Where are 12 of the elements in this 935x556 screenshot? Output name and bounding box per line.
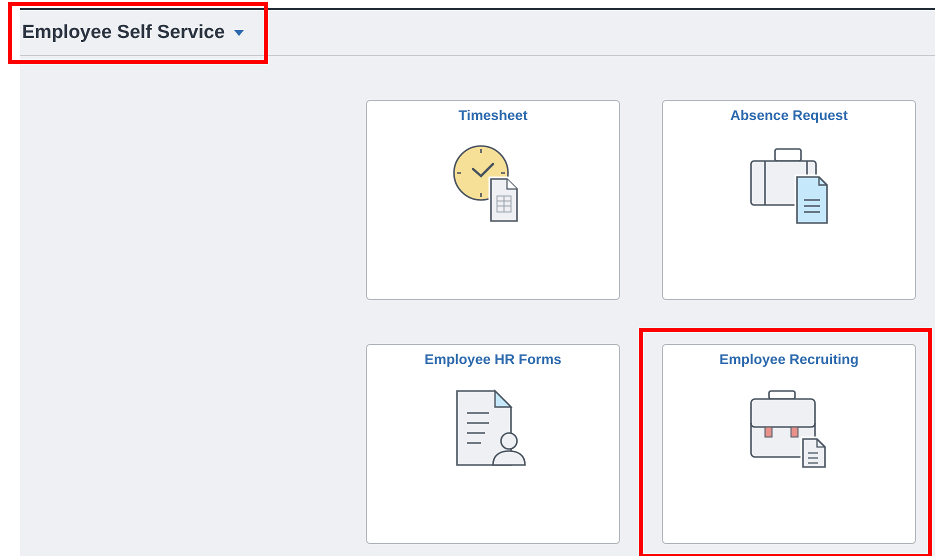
briefcase-document-icon — [749, 389, 829, 469]
app-tile[interactable]: Absence Request — [662, 100, 916, 300]
tile-title: Absence Request — [730, 107, 848, 123]
page-title-menu[interactable]: Employee Self Service — [22, 22, 244, 44]
app-tile[interactable]: Employee HR Forms — [366, 344, 620, 544]
app-tile[interactable]: Timesheet — [366, 100, 620, 300]
tile-title: Timesheet — [458, 107, 528, 123]
suitcase-document-icon — [749, 145, 829, 225]
tile-title: Employee Recruiting — [719, 351, 859, 367]
caret-icon — [234, 30, 244, 36]
app-tile[interactable]: Employee Recruiting — [662, 344, 916, 544]
tile-title: Employee HR Forms — [424, 351, 562, 367]
